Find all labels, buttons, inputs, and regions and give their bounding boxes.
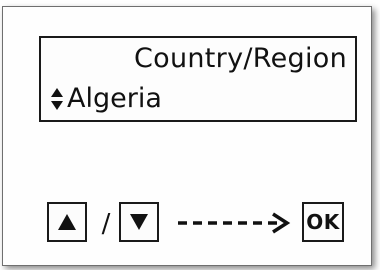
lcd-value: Algeria (67, 83, 162, 114)
lcd-title: Country/Region (134, 43, 347, 74)
dashed-arrow-right-icon (178, 212, 291, 234)
ok-button-label: OK (306, 210, 340, 234)
down-button[interactable] (119, 202, 159, 242)
updown-arrows-icon (51, 88, 63, 110)
triangle-up-icon (58, 214, 76, 230)
lcd-value-row: Algeria (50, 84, 162, 114)
triangle-down-icon (130, 214, 148, 230)
ok-button[interactable]: OK (302, 202, 344, 242)
lcd-display: Country/Region Algeria (39, 36, 357, 122)
up-button[interactable] (47, 202, 87, 242)
instruction-panel: Country/Region Algeria / OK (0, 0, 380, 270)
separator-slash: / (101, 209, 111, 239)
